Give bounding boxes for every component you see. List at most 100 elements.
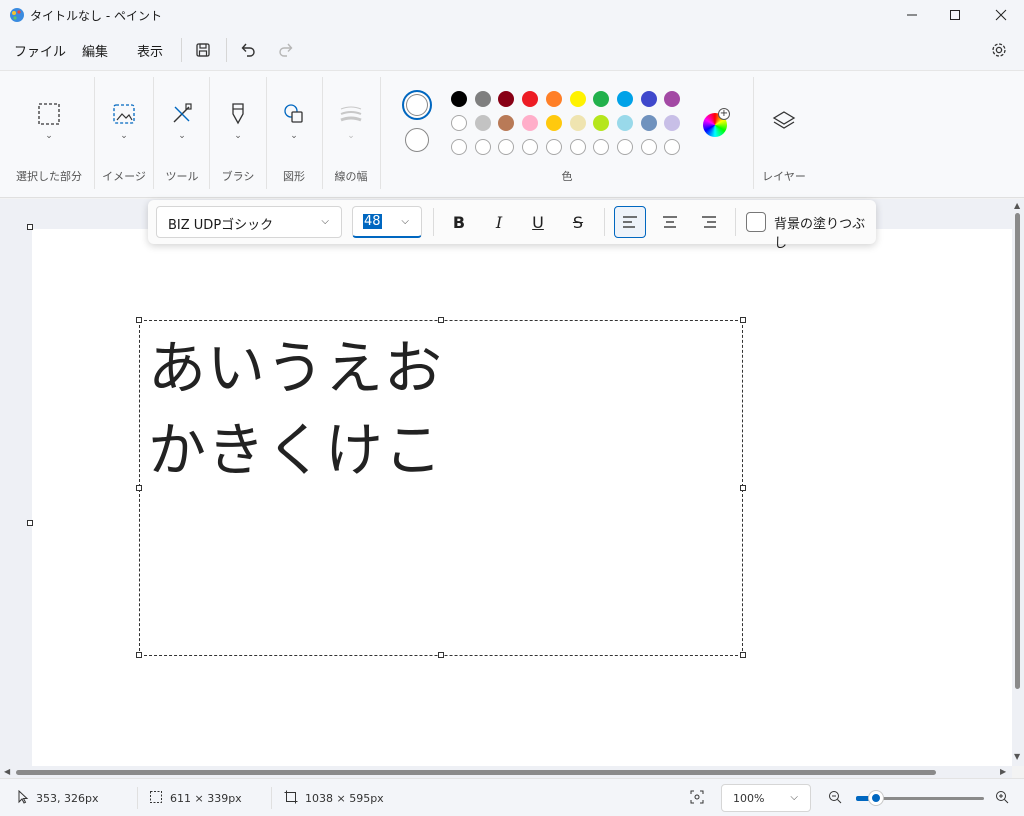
layers-label: レイヤー <box>762 170 806 183</box>
vertical-scroll-thumb[interactable] <box>1015 213 1020 689</box>
menu-bar: ファイル 編集 表示 <box>0 30 1024 70</box>
zoom-dropdown[interactable]: 100% ⌵ <box>721 784 811 812</box>
chevron-down-icon: ⌵ <box>401 216 409 227</box>
layers-group[interactable]: レイヤー <box>754 71 814 191</box>
zoom-out-icon[interactable] <box>828 790 842 804</box>
color-swatch[interactable] <box>569 115 586 131</box>
color-swatch[interactable] <box>664 115 681 131</box>
menu-edit[interactable]: 編集 <box>82 41 108 60</box>
minimize-button[interactable] <box>889 0 935 30</box>
font-size-dropdown[interactable]: 48 ⌵ <box>352 206 422 238</box>
selection-handle[interactable] <box>740 485 746 491</box>
canvas-resize-handle[interactable] <box>27 520 33 526</box>
shapes-group[interactable]: ⌄ 図形 <box>267 71 322 191</box>
custom-color-slot[interactable] <box>474 139 491 155</box>
color-swatch[interactable] <box>474 115 491 131</box>
color-swatch[interactable] <box>522 115 539 131</box>
stroke-width-group[interactable]: ⌄ 線の幅 <box>323 71 380 191</box>
bold-button[interactable]: B <box>443 206 475 238</box>
close-icon <box>995 9 1007 21</box>
plus-icon: + <box>718 108 730 120</box>
scroll-down-icon[interactable]: ▼ <box>1014 752 1020 761</box>
strikethrough-icon: S <box>572 212 584 232</box>
ribbon: ⌄ 選択した部分 ⌄ イメージ ⌄ ツール ⌄ ブラシ ⌄ 図形 ⌄ 線の幅 +… <box>0 70 1024 198</box>
redo-button[interactable] <box>276 40 296 60</box>
image-group[interactable]: ⌄ イメージ <box>95 71 153 191</box>
selection-handle[interactable] <box>136 652 142 658</box>
save-button[interactable] <box>193 40 213 60</box>
align-center-button[interactable] <box>654 206 686 238</box>
canvas-size: 1038 × 595px <box>305 792 384 805</box>
align-right-button[interactable] <box>693 206 725 238</box>
maximize-button[interactable] <box>932 0 978 30</box>
close-button[interactable] <box>978 0 1024 30</box>
selection-handle[interactable] <box>438 317 444 323</box>
color-swatch[interactable] <box>474 91 491 107</box>
fit-to-window-icon[interactable] <box>690 790 704 804</box>
menu-file[interactable]: ファイル <box>14 41 66 60</box>
color-swatch[interactable] <box>616 91 633 107</box>
horizontal-scrollbar[interactable]: ◀ ▶ <box>0 766 1012 778</box>
align-left-button[interactable] <box>614 206 646 238</box>
strikethrough-button[interactable]: S <box>562 206 594 238</box>
selection-handle[interactable] <box>136 485 142 491</box>
vertical-scrollbar[interactable]: ▲ ▼ <box>1012 199 1024 766</box>
maximize-icon <box>950 10 960 20</box>
undo-button[interactable] <box>238 40 258 60</box>
custom-color-slot[interactable] <box>451 139 467 155</box>
canvas-text[interactable]: あいうえお かきくけこ <box>148 327 443 491</box>
color-swatch[interactable] <box>498 91 515 107</box>
color-swatch[interactable] <box>593 91 610 107</box>
custom-color-slot[interactable] <box>616 139 633 155</box>
underline-button[interactable]: U <box>522 206 554 238</box>
color-swatch[interactable] <box>640 115 657 131</box>
color-swatch[interactable] <box>498 115 515 131</box>
custom-color-slot[interactable] <box>569 139 586 155</box>
layers-icon <box>772 111 796 129</box>
settings-button[interactable] <box>989 40 1009 60</box>
color-swatch[interactable] <box>569 91 586 107</box>
selection-handle[interactable] <box>740 652 746 658</box>
zoom-in-icon[interactable] <box>995 790 1009 804</box>
zoom-slider-knob[interactable] <box>869 791 884 805</box>
color-swatch[interactable] <box>616 115 633 131</box>
horizontal-scroll-thumb[interactable] <box>16 770 936 775</box>
scroll-up-icon[interactable]: ▲ <box>1014 201 1020 210</box>
color-swatch[interactable] <box>451 91 467 107</box>
custom-color-slot[interactable] <box>640 139 657 155</box>
italic-button[interactable]: I <box>483 206 515 238</box>
menu-view[interactable]: 表示 <box>137 41 163 60</box>
scroll-left-icon[interactable]: ◀ <box>4 767 10 776</box>
selection-handle[interactable] <box>740 317 746 323</box>
color-swatch[interactable] <box>451 115 467 131</box>
edit-colors-button[interactable]: + <box>703 108 730 137</box>
secondary-color[interactable] <box>405 128 429 152</box>
color-swatch[interactable] <box>664 91 681 107</box>
chevron-down-icon: ⌄ <box>178 131 186 141</box>
brushes-group[interactable]: ⌄ ブラシ <box>210 71 266 191</box>
tools-group[interactable]: ⌄ ツール <box>154 71 209 191</box>
canvas-resize-handle[interactable] <box>27 224 33 230</box>
color-swatch[interactable] <box>545 115 562 131</box>
color-swatch[interactable] <box>640 91 657 107</box>
fill-background-checkbox[interactable] <box>746 212 766 232</box>
font-family-dropdown[interactable]: BIZ UDPゴシック ⌵ <box>156 206 342 238</box>
primary-color[interactable] <box>402 90 432 120</box>
custom-color-slot[interactable] <box>664 139 681 155</box>
color-swatch[interactable] <box>522 91 539 107</box>
status-bar: 353, 326px 611 × 339px 1038 × 595px 100%… <box>0 778 1024 816</box>
color-swatch[interactable] <box>593 115 610 131</box>
text-toolbar: BIZ UDPゴシック ⌵ 48 ⌵ B I U S 背景の塗りつぶし <box>148 200 876 251</box>
selection-group[interactable]: ⌄ 選択した部分 <box>0 71 94 191</box>
color-swatch[interactable] <box>545 91 562 107</box>
custom-color-slot[interactable] <box>593 139 610 155</box>
custom-color-slot[interactable] <box>522 139 539 155</box>
selection-handle[interactable] <box>136 317 142 323</box>
custom-color-slot[interactable] <box>498 139 515 155</box>
toolbar-divider <box>735 208 736 236</box>
selection-handle[interactable] <box>438 652 444 658</box>
scroll-right-icon[interactable]: ▶ <box>1000 767 1006 776</box>
status-divider <box>137 787 138 809</box>
custom-color-slot[interactable] <box>545 139 562 155</box>
redo-icon <box>279 43 293 57</box>
